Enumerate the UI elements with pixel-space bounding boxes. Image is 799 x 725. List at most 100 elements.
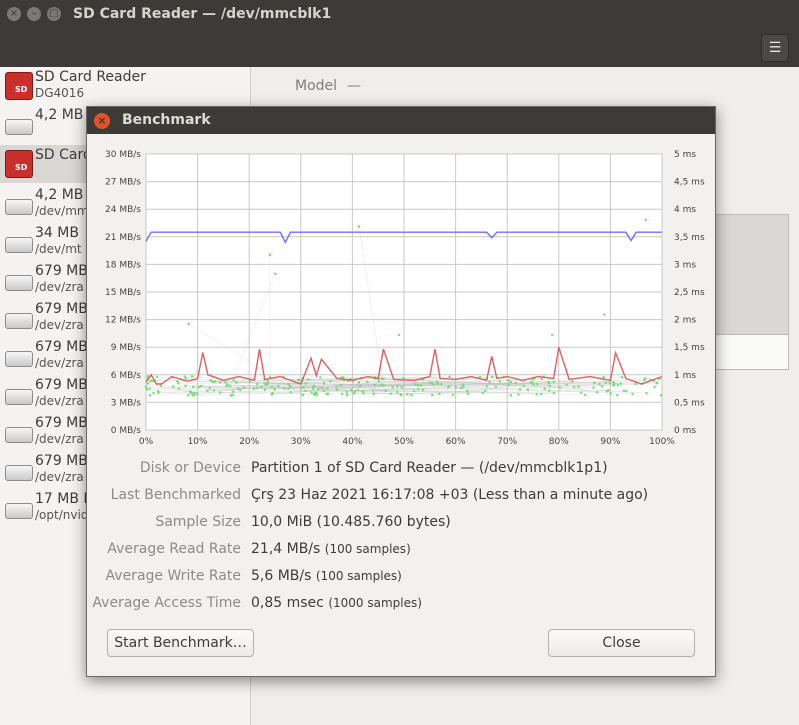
device-name: 679 MB — [35, 339, 88, 355]
access-point — [430, 393, 434, 397]
disk-icon — [5, 427, 33, 443]
access-point — [612, 380, 615, 384]
access-point — [192, 394, 196, 397]
device-name: 679 MB — [35, 453, 88, 469]
access-point — [190, 375, 194, 378]
device-path: /dev/mm — [35, 204, 89, 218]
access-point — [177, 382, 180, 385]
access-point — [326, 392, 330, 396]
x-tick-label: 90% — [600, 437, 620, 447]
close-window-button[interactable]: × — [7, 7, 21, 21]
info-value: 21,4 MB/s (100 samples) — [251, 541, 411, 557]
dialog-title: Benchmark — [122, 112, 211, 128]
device-path: /opt/nvid — [35, 508, 89, 522]
access-point — [655, 381, 659, 385]
device-path: /dev/zra — [35, 318, 84, 332]
access-point — [229, 394, 233, 397]
access-point — [357, 381, 361, 384]
maximize-window-button[interactable]: □ — [47, 7, 61, 21]
info-key: Disk or Device — [139, 460, 241, 476]
access-point — [465, 389, 469, 393]
sd-card-icon — [5, 72, 33, 100]
info-key: Average Write Rate — [105, 568, 241, 584]
access-point — [653, 385, 656, 389]
x-tick-label: 20% — [239, 437, 259, 447]
minimize-window-button[interactable]: – — [27, 7, 41, 21]
device-name: 17 MB L — [35, 491, 92, 507]
info-value: 5,6 MB/s (100 samples) — [251, 568, 402, 584]
disk-icon — [5, 237, 33, 253]
info-row: Average Access Time 0,85 msec (1000 sampl… — [87, 595, 715, 617]
info-value: Partition 1 of SD Card Reader — (/dev/mm… — [251, 460, 608, 476]
left-tick-label: 6 MB/s — [111, 371, 142, 381]
left-tick-label: 0 MB/s — [111, 426, 142, 436]
access-point — [297, 378, 300, 382]
access-point — [448, 375, 451, 379]
info-row: Average Write Rate 5,6 MB/s (100 samples) — [87, 568, 715, 590]
right-tick-label: 2 ms — [674, 316, 696, 326]
device-path: /dev/zra — [35, 394, 84, 408]
info-value-text: 5,6 MB/s — [251, 568, 312, 584]
start-benchmark-button[interactable]: Start Benchmark… — [107, 629, 254, 657]
info-note: (100 samples) — [315, 569, 402, 583]
access-point — [602, 375, 605, 379]
access-point — [551, 333, 554, 337]
close-dialog-button[interactable]: Close — [548, 629, 695, 657]
device-path: DG4016 — [35, 86, 85, 100]
dialog-close-icon[interactable]: × — [94, 113, 110, 129]
left-tick-label: 3 MB/s — [111, 398, 142, 408]
disk-icon — [5, 389, 33, 405]
access-point — [624, 389, 628, 393]
right-tick-label: 0 ms — [674, 426, 696, 436]
info-row: Sample Size 10,0 MiB (10.485.760 bytes) — [87, 514, 715, 536]
access-point — [572, 385, 576, 389]
free-space-block[interactable] — [713, 334, 789, 370]
access-point — [196, 392, 199, 396]
right-tick-label: 3 ms — [674, 260, 696, 270]
device-name: 679 MB — [35, 377, 88, 393]
device-name: SD Card Reader — [35, 69, 146, 85]
access-point — [340, 392, 344, 396]
access-point — [349, 388, 353, 392]
disk-icon — [5, 119, 33, 135]
left-tick-label: 30 MB/s — [105, 150, 141, 160]
device-name: 4,2 MB — [35, 107, 84, 123]
device-name: 679 MB — [35, 263, 88, 279]
sidebar-device-item[interactable]: SD Card ReaderDG4016 — [0, 67, 250, 105]
info-value: 0,85 msec (1000 samples) — [251, 595, 422, 611]
left-tick-label: 24 MB/s — [105, 205, 141, 215]
left-tick-label: 9 MB/s — [111, 343, 142, 353]
access-point — [488, 380, 491, 384]
access-point — [616, 393, 619, 397]
access-point — [212, 380, 216, 384]
x-tick-label: 100% — [649, 437, 675, 447]
device-name: SD Card — [35, 147, 92, 163]
device-name: 679 MB — [35, 301, 88, 317]
access-point — [345, 393, 349, 397]
dialog-titlebar: × Benchmark — [87, 107, 715, 134]
device-path: /dev/zra — [35, 280, 84, 294]
access-point — [438, 392, 441, 396]
info-value-text: 21,4 MB/s — [251, 541, 321, 557]
device-path: /dev/zra — [35, 470, 84, 484]
access-point — [191, 385, 195, 389]
info-key: Average Access Time — [92, 595, 241, 611]
benchmark-dialog: × Benchmark 0% 10% 20% 30% 40% 50% 60% 70% 80% 90… — [86, 106, 716, 677]
access-point — [184, 384, 187, 388]
x-tick-label: 60% — [446, 437, 466, 447]
x-tick-label: 50% — [394, 437, 414, 447]
partition-block[interactable] — [713, 214, 789, 336]
sd-card-icon — [5, 150, 33, 178]
access-point — [644, 218, 647, 222]
right-tick-label: 2,5 ms — [674, 288, 705, 298]
left-tick-label: 21 MB/s — [105, 233, 141, 243]
access-point — [320, 386, 324, 390]
hamburger-menu-icon[interactable]: ☰ — [761, 34, 789, 62]
device-path: /dev/zra — [35, 356, 84, 370]
window-titlebar: × – □ SD Card Reader — /dev/mmcblk1 — [0, 0, 799, 29]
left-tick-label: 18 MB/s — [105, 260, 141, 270]
device-path: /dev/mt — [35, 242, 82, 256]
left-tick-label: 12 MB/s — [105, 316, 141, 326]
access-point — [397, 333, 401, 337]
right-tick-label: 1,5 ms — [674, 343, 705, 353]
